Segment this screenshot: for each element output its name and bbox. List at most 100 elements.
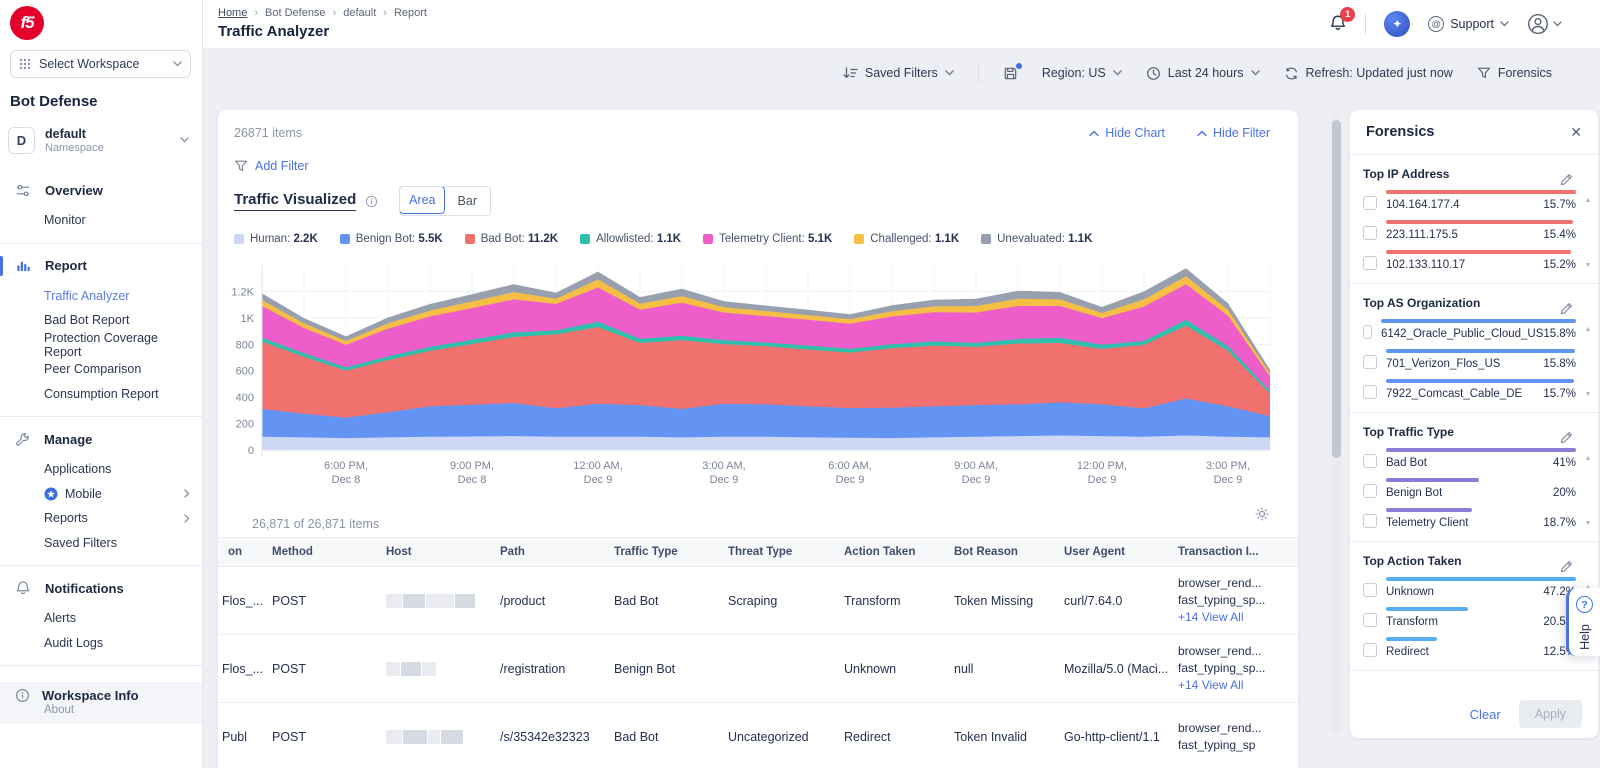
legend-swatch [580,234,591,244]
checkbox[interactable] [1363,355,1377,369]
nav-group-label: Manage [44,431,93,447]
add-filter-button[interactable]: Add Filter [234,159,309,173]
sidebar-group-overview[interactable]: Overview [0,177,202,203]
namespace-selector[interactable]: D default Namespace [8,120,195,160]
checkbox[interactable] [1363,643,1377,657]
checkbox[interactable] [1363,454,1377,468]
hide-filter-button[interactable]: Hide Filter [1197,126,1270,140]
sidebar-group-notifications[interactable]: Notifications [0,575,202,601]
table-row[interactable]: Flos_... POST/registration Benign Bot Unkno… [218,635,1298,703]
scroll-up-arrow[interactable]: ▲ [1585,326,1592,333]
forensics-item-701-verizon-flos-us[interactable]: 701_Verizon_Flos_US 15.8% [1363,349,1576,370]
legend-item-challenged[interactable]: Challenged: 1.1K [854,233,959,245]
legend-item-bad-bot[interactable]: Bad Bot: 11.2K [464,233,558,245]
sidebar-item-consumption-report[interactable]: Consumption Report [0,382,202,407]
sidebar-item-workspace-info[interactable]: Workspace Info About [0,682,202,724]
forensics-item-label: Benign Bot [1386,487,1443,499]
forensics-item-benign-bot[interactable]: Benign Bot 20% [1363,478,1576,499]
checkbox[interactable] [1363,583,1377,597]
table-settings-gear-icon[interactable] [1254,506,1270,522]
scroll-up-arrow[interactable]: ▲ [1585,197,1592,204]
notifications-bell-button[interactable]: 1 [1329,6,1356,35]
scroll-down-arrow[interactable]: ▼ [1585,391,1592,398]
saved-filters-button[interactable]: Saved Filters [843,66,954,80]
sidebar-item-alerts[interactable]: Alerts [0,606,202,631]
checkbox[interactable] [1363,325,1372,339]
sidebar-item-audit-logs[interactable]: Audit Logs [0,631,202,656]
f5-logo[interactable]: f5 [10,6,44,40]
sidebar-item-applications[interactable]: Applications [0,457,202,482]
hide-chart-button[interactable]: Hide Chart [1089,126,1165,140]
refresh-button[interactable]: Refresh: Updated just now [1284,66,1453,81]
ai-assistant-button[interactable]: ✦ [1384,11,1411,37]
sidebar-group-manage[interactable]: Manage [0,426,202,452]
chart-view-area-button[interactable]: Area [400,187,446,214]
forensics-item-telemetry-client[interactable]: Telemetry Client 18.7% [1363,508,1576,529]
pencil-edit-icon[interactable] [1559,559,1574,574]
sidebar-item-reports[interactable]: Reports [0,506,202,531]
time-range-selector[interactable]: Last 24 hours [1146,66,1260,81]
pencil-edit-icon[interactable] [1559,430,1574,445]
support-menu[interactable]: @ Support [1428,16,1509,32]
user-menu[interactable] [1527,13,1562,35]
x-tick-label-time: 9:00 AM, [954,460,997,472]
legend-item-human[interactable]: Human: 2.2K [234,233,318,245]
sidebar-item-peer-comparison[interactable]: Peer Comparison [0,357,202,382]
sidebar-item-bad-bot-report[interactable]: Bad Bot Report [0,308,202,333]
checkbox[interactable] [1363,514,1377,528]
forensics-item-redirect[interactable]: Redirect 12.5% [1363,637,1576,658]
forensics-item-unknown[interactable]: Unknown 47.2% [1363,577,1576,598]
forensics-toggle-button[interactable]: Forensics [1477,66,1552,80]
region-selector[interactable]: Region: US [1042,66,1122,80]
checkbox[interactable] [1363,484,1377,498]
scroll-down-arrow[interactable]: ▼ [1585,520,1592,527]
view-all-link[interactable]: +14 View All [1178,609,1288,626]
sidebar-item-saved-filters[interactable]: Saved Filters [0,531,202,556]
help-tab[interactable]: ? Help [1566,588,1600,656]
checkbox[interactable] [1363,385,1377,399]
table-row[interactable]: Publ POST/s/35342e32323 Bad Bot Uncategoriz… [218,703,1298,768]
forensics-item-transform[interactable]: Transform 20.5% [1363,607,1576,628]
pencil-edit-icon[interactable] [1559,172,1574,187]
forensics-item-7922-comcast-cable-de[interactable]: 7922_Comcast_Cable_DE 15.7% [1363,379,1576,400]
legend-item-allowlisted[interactable]: Allowlisted: 1.1K [580,233,681,245]
sidebar-group-report[interactable]: Report [0,253,202,279]
save-filter-button[interactable] [1003,62,1022,81]
forensics-section-top-traffic-type: Top Traffic Type Bad Bot 41% Benign Bot 20% T… [1350,413,1598,542]
pencil-edit-icon[interactable] [1559,301,1574,316]
chart-view-bar-button[interactable]: Bar [444,187,491,215]
checkbox[interactable] [1363,196,1377,210]
breadcrumb-item[interactable]: Home [218,7,247,19]
forensics-item-102-133-110-17[interactable]: 102.133.110.17 15.2% [1363,250,1576,271]
main-scrollbar-thumb[interactable] [1331,120,1341,458]
clear-button[interactable]: Clear [1470,707,1501,722]
checkbox[interactable] [1363,226,1377,240]
apply-button[interactable]: Apply [1518,700,1582,728]
close-icon[interactable]: ✕ [1570,124,1582,141]
cell-bot-reason: Token Missing [954,593,1034,608]
table-row[interactable]: Flos_... POST/product Bad Bot Scraping Trans… [218,567,1298,635]
forensics-item-6142-oracle-public-cloud-us[interactable]: 6142_Oracle_Public_Cloud_US 15.8% [1363,319,1576,340]
forensics-item-104-164-177-4[interactable]: 104.164.177.4 15.7% [1363,190,1576,211]
view-all-link[interactable]: +14 View All [1178,677,1288,694]
sidebar-item-mobile[interactable]: Mobile [0,482,202,507]
sidebar-item-about[interactable]: About [44,704,202,716]
legend-item-benign-bot[interactable]: Benign Bot: 5.5K [339,233,443,245]
forensics-item-body: 104.164.177.4 15.7% [1386,190,1576,211]
support-at-icon: @ [1428,16,1445,32]
scroll-down-arrow[interactable]: ▼ [1585,262,1592,269]
sidebar-item-protection-coverage-report[interactable]: Protection Coverage Report [0,331,202,359]
percentage-bar [1386,637,1438,641]
sidebar-item-traffic-analyzer[interactable]: Traffic Analyzer [0,284,202,309]
sidebar-item-monitor[interactable]: Monitor [0,208,202,233]
forensics-item-223-111-175-5[interactable]: 223.111.175.5 15.4% [1363,220,1576,241]
checkbox[interactable] [1363,256,1377,270]
legend-item-telemetry-client[interactable]: Telemetry Client: 5.1K [703,233,832,245]
checkbox[interactable] [1363,613,1377,627]
workspace-selector[interactable]: Select Workspace [10,50,191,78]
scroll-up-arrow[interactable]: ▲ [1585,455,1592,462]
cell-host [376,729,490,744]
legend-item-unevaluated[interactable]: Unevaluated: 1.1K [981,233,1092,245]
forensics-item-bad-bot[interactable]: Bad Bot 41% [1363,448,1576,469]
transaction-line: browser_rend... [1178,576,1262,591]
